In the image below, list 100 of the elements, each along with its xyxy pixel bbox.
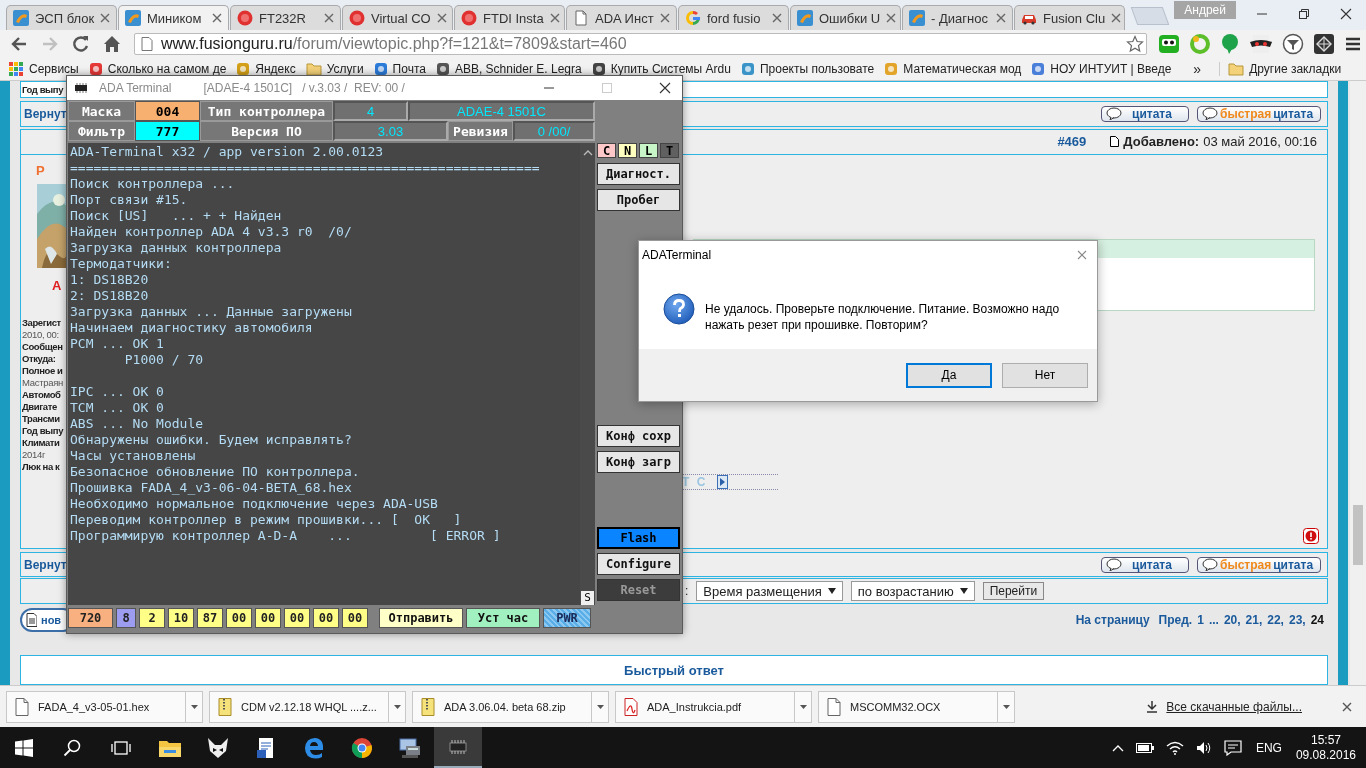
robot-icon[interactable] [1158, 34, 1180, 54]
page-link[interactable]: 23, [1288, 613, 1306, 628]
start-icon[interactable] [15, 738, 33, 757]
reload-icon[interactable] [72, 35, 90, 53]
byte-field[interactable]: 00 [226, 608, 252, 628]
bookmark-link[interactable]: НОУ ИНТУИТ | Введе [1031, 62, 1172, 76]
byte-field[interactable]: 720 [68, 608, 113, 628]
quick-quote-button[interactable]: быстрая цитата [1197, 556, 1321, 573]
command-button[interactable]: Configure [597, 553, 680, 575]
browser-tab[interactable]: - Диагнос [902, 5, 1013, 30]
sort-dropdown[interactable]: по возрастанию [850, 581, 975, 602]
show-all-downloads-link[interactable]: Все скачанные файлы... [1146, 699, 1302, 714]
byte-field[interactable]: 2 [139, 608, 165, 628]
byte-field[interactable]: 00 [284, 608, 310, 628]
address-bar[interactable]: www.fusionguru.ru/forum/viewtopic.php?f=121&t=7809&start=460 [134, 33, 1147, 55]
sort-dropdown[interactable]: Время размещения [696, 581, 843, 602]
bookmark-link[interactable]: Яндекс [236, 62, 296, 76]
dialog-button[interactable]: Нет [1002, 362, 1088, 388]
scroll-lock-button[interactable]: S [581, 591, 594, 605]
task-view-icon[interactable] [111, 739, 131, 756]
bookmark-link[interactable]: Купить Системы Ardu [591, 62, 731, 76]
volume-icon[interactable] [1195, 740, 1212, 755]
back-link[interactable]: Вернут [24, 106, 67, 121]
back-link[interactable]: Вернут [24, 557, 67, 572]
filter-value[interactable]: 777 [135, 121, 200, 141]
quote-button[interactable]: цитата [1101, 105, 1189, 122]
browser-tab[interactable]: ford fusio [678, 5, 789, 30]
download-menu-button[interactable] [185, 690, 203, 723]
restore-icon[interactable] [1298, 8, 1310, 20]
quote-button[interactable]: цитата [1101, 556, 1189, 573]
byte-field[interactable]: 10 [168, 608, 194, 628]
post-number[interactable]: #469 [1057, 134, 1087, 150]
bookmark-link[interactable]: Почта [373, 62, 426, 76]
command-button[interactable]: Конф загр [597, 451, 680, 473]
clock-time[interactable]: 15:57 [1310, 732, 1341, 748]
browser-tab[interactable]: Миником [118, 5, 229, 30]
language-indicator[interactable]: ENG [1255, 740, 1282, 755]
back-icon[interactable] [10, 35, 28, 53]
browser-tab[interactable]: ADA Инст [566, 5, 677, 30]
download-item[interactable]: ADA_Instrukcia.pdf [615, 690, 794, 723]
report-icon[interactable] [1303, 527, 1319, 544]
menu-icon[interactable] [1344, 35, 1362, 53]
command-button[interactable]: Конф сохр [597, 425, 680, 447]
download-menu-button[interactable] [997, 690, 1015, 723]
chip-icon[interactable] [447, 739, 469, 754]
page-link[interactable]: 20, [1223, 613, 1241, 628]
command-button[interactable]: Пробег [597, 189, 680, 211]
mode-toggle[interactable]: C [597, 143, 616, 158]
browser-tab[interactable]: FT232R [230, 5, 341, 30]
browser-tab[interactable]: Ошибки U [790, 5, 901, 30]
bookmark-star-icon[interactable] [1126, 35, 1144, 53]
close-icon[interactable] [1340, 8, 1352, 20]
wifi-icon[interactable] [1165, 740, 1184, 755]
download-menu-button[interactable] [794, 690, 812, 723]
mode-toggle[interactable]: L [639, 143, 658, 158]
bookmark-link[interactable]: Услуги [305, 62, 364, 76]
download-menu-button[interactable] [591, 690, 609, 723]
clock-date[interactable]: 09.08.2016 [1295, 747, 1356, 763]
page-link[interactable]: 21, [1245, 613, 1263, 628]
web-icon[interactable] [1313, 33, 1335, 55]
bookmark-link[interactable]: Проекты пользовате [740, 62, 875, 76]
command-button[interactable]: Reset [597, 579, 680, 601]
fox-mask-icon[interactable] [207, 736, 229, 759]
action-button[interactable]: PWR [543, 608, 591, 628]
dialog-button[interactable]: Да [906, 362, 992, 388]
search-icon[interactable] [63, 738, 81, 757]
command-button[interactable]: Flash [597, 527, 680, 549]
close-icon[interactable] [1342, 701, 1352, 712]
page-link[interactable]: 22, [1267, 613, 1284, 628]
bookmark-link[interactable]: Сколько на самом де [88, 62, 227, 76]
edge-browser-icon[interactable] [303, 736, 325, 759]
document-icon[interactable] [256, 736, 276, 759]
play-icon[interactable] [717, 474, 729, 489]
page-link[interactable]: 1 [1197, 613, 1204, 628]
close-icon[interactable] [659, 82, 671, 94]
page-link[interactable]: Пред. [1158, 613, 1193, 628]
byte-field[interactable]: 8 [116, 608, 136, 628]
download-item[interactable]: ADA 3.06.04. beta 68.zip [412, 690, 591, 723]
bookmark-folder[interactable]: Другие закладки [1219, 62, 1342, 76]
byte-field[interactable]: 87 [197, 608, 223, 628]
bookmark-link[interactable]: Математическая мод [884, 62, 1022, 76]
chrome-browser-icon[interactable] [351, 736, 373, 759]
download-item[interactable]: FADA_4_v3-05-01.hex [6, 690, 185, 723]
home-icon[interactable] [103, 35, 121, 53]
bookmark-link[interactable]: ABB, Schnider E. Legra [435, 62, 582, 76]
bookmark-link[interactable]: Сервисы [8, 61, 79, 77]
action-button[interactable]: Отправить [379, 608, 463, 628]
battery-icon[interactable] [1135, 742, 1154, 753]
page-link[interactable]: ... [1208, 613, 1219, 628]
browser-tab[interactable]: Virtual CO [342, 5, 453, 30]
scroll-thumb[interactable] [1353, 505, 1363, 565]
quick-reply-title[interactable]: Быстрый ответ [624, 662, 724, 678]
more-bookmarks-button[interactable]: » [1193, 61, 1202, 77]
browser-tab[interactable]: Fusion Clu [1014, 5, 1125, 30]
byte-field[interactable]: 00 [313, 608, 339, 628]
byte-field[interactable]: 00 [255, 608, 281, 628]
action-button[interactable]: Уст час [466, 608, 540, 628]
computer-icon[interactable] [398, 736, 422, 759]
go-button[interactable]: Перейти [982, 582, 1045, 601]
mask-value[interactable]: 004 [135, 101, 200, 121]
